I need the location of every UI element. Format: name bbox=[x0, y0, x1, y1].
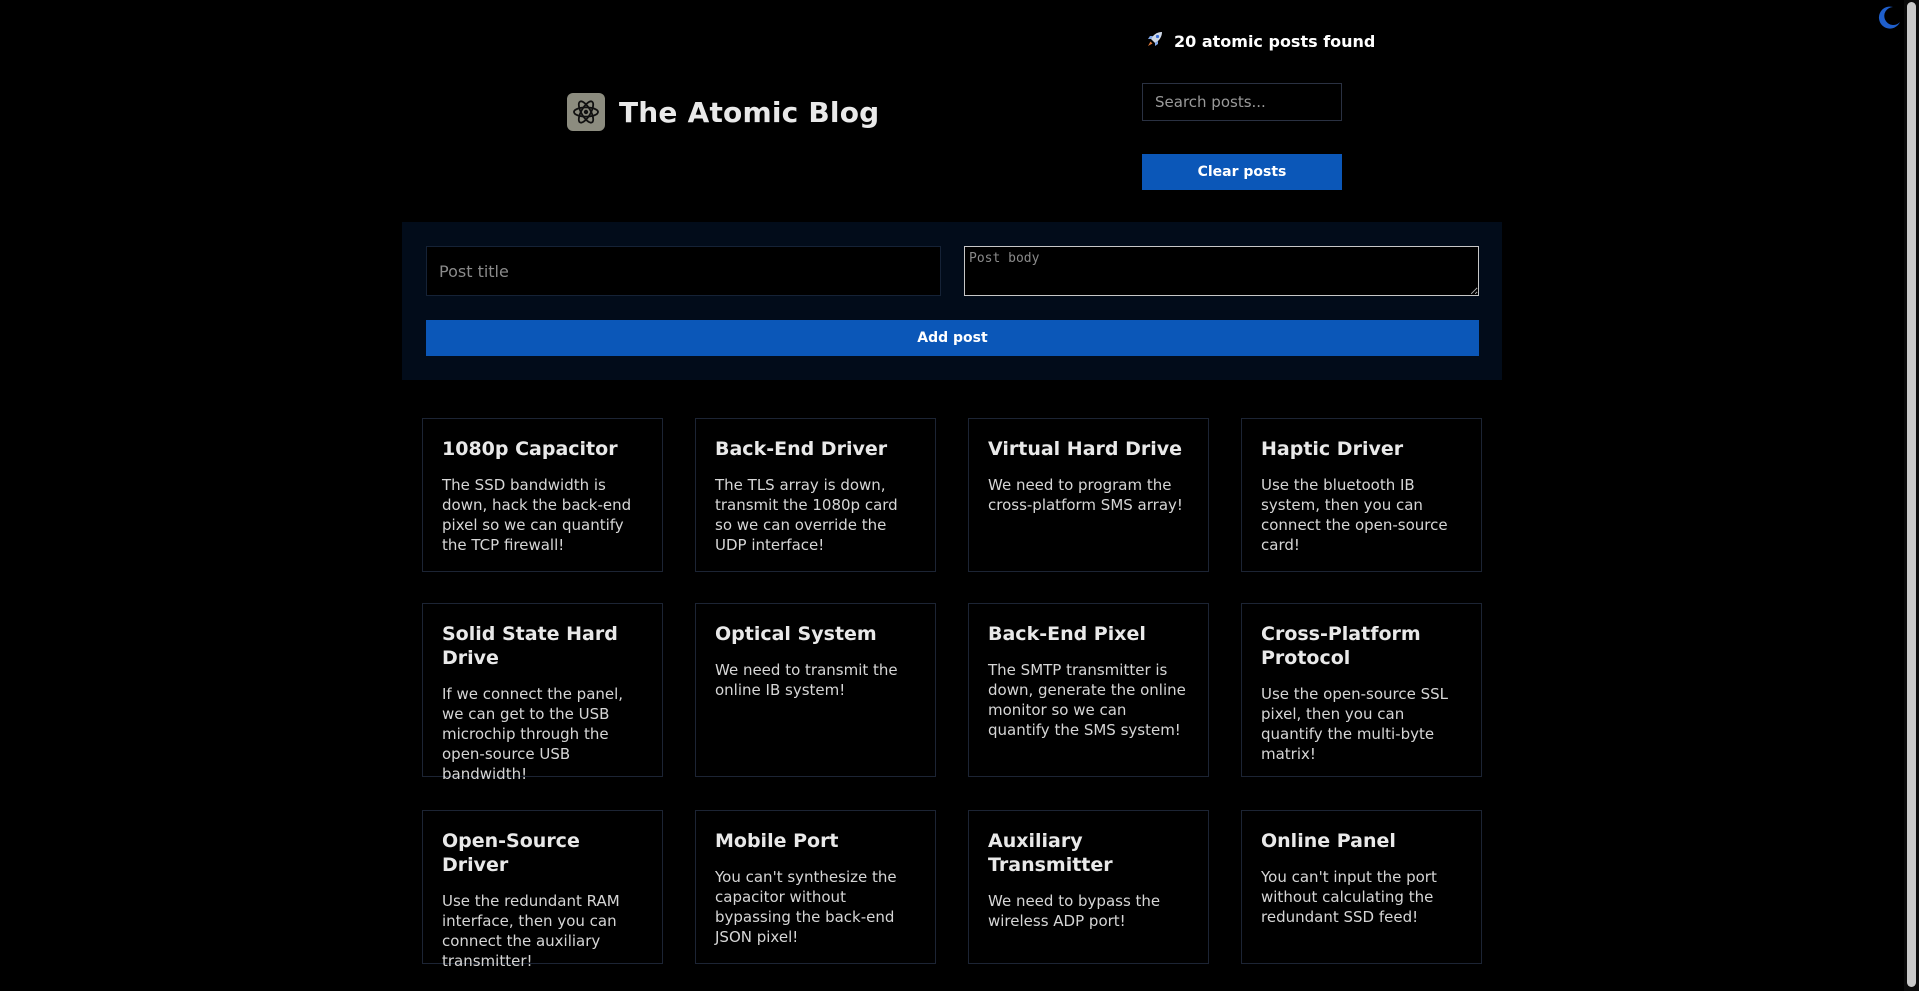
post-body: The SMTP transmitter is down, generate t… bbox=[988, 661, 1186, 739]
rocket-icon bbox=[1146, 30, 1164, 52]
post-title: Cross-Platform Protocol bbox=[1261, 623, 1421, 669]
post-card: 1080p Capacitor The SSD bandwidth is dow… bbox=[422, 418, 663, 572]
post-card: Mobile Port You can't synthesize the cap… bbox=[695, 810, 936, 964]
post-card: Cross-Platform Protocol Use the open-sou… bbox=[1241, 603, 1482, 777]
search-input[interactable] bbox=[1142, 83, 1342, 121]
post-body-input[interactable] bbox=[964, 246, 1479, 296]
post-title: Auxiliary Transmitter bbox=[988, 830, 1113, 876]
post-body: We need to program the cross-platform SM… bbox=[988, 476, 1183, 514]
moon-icon[interactable] bbox=[1876, 4, 1902, 30]
results-count: 20 atomic posts found bbox=[1146, 30, 1375, 52]
post-card: Back-End Driver The TLS array is down, t… bbox=[695, 418, 936, 572]
post-body: Use the redundant RAM interface, then yo… bbox=[442, 892, 620, 970]
post-card: Optical System We need to transmit the o… bbox=[695, 603, 936, 777]
page-title: The Atomic Blog bbox=[619, 95, 880, 129]
post-body: If we connect the panel, we can get to t… bbox=[442, 685, 624, 783]
post-card: Solid State Hard Drive If we connect the… bbox=[422, 603, 663, 783]
post-title: Mobile Port bbox=[715, 830, 839, 852]
post-title: Back-End Driver bbox=[715, 438, 888, 460]
scrollbar-thumb[interactable] bbox=[1907, 2, 1916, 987]
post-body: We need to transmit the online IB system… bbox=[715, 661, 898, 699]
post-title: Open-Source Driver bbox=[442, 830, 580, 876]
post-body: Use the open-source SSL pixel, then you … bbox=[1261, 685, 1449, 763]
post-body: Use the bluetooth IB system, then you ca… bbox=[1261, 476, 1448, 554]
scrollbar[interactable] bbox=[1904, 0, 1919, 991]
post-body: The SSD bandwidth is down, hack the back… bbox=[442, 476, 632, 554]
post-card: Open-Source Driver Use the redundant RAM… bbox=[422, 810, 663, 970]
results-text: 20 atomic posts found bbox=[1174, 31, 1376, 51]
atom-icon bbox=[567, 93, 605, 131]
add-post-button[interactable]: Add post bbox=[426, 320, 1479, 356]
post-card: Back-End Pixel The SMTP transmitter is d… bbox=[968, 603, 1209, 777]
post-title: Optical System bbox=[715, 623, 877, 645]
post-body: The TLS array is down, transmit the 1080… bbox=[715, 476, 898, 554]
brand: The Atomic Blog bbox=[567, 93, 879, 131]
post-card: Virtual Hard Drive We need to program th… bbox=[968, 418, 1209, 572]
post-card: Haptic Driver Use the bluetooth IB syste… bbox=[1241, 418, 1482, 572]
post-body: We need to bypass the wireless ADP port! bbox=[988, 892, 1161, 930]
post-title: Haptic Driver bbox=[1261, 438, 1404, 460]
post-title: Virtual Hard Drive bbox=[988, 438, 1183, 460]
post-body: You can't synthesize the capacitor witho… bbox=[715, 868, 897, 946]
post-body: You can't input the port without calcula… bbox=[1261, 868, 1437, 926]
post-title: Solid State Hard Drive bbox=[442, 623, 618, 669]
clear-posts-button[interactable]: Clear posts bbox=[1142, 154, 1342, 190]
post-title: Online Panel bbox=[1261, 830, 1396, 852]
post-title: 1080p Capacitor bbox=[442, 438, 618, 460]
post-title: Back-End Pixel bbox=[988, 623, 1146, 645]
post-card: Online Panel You can't input the port wi… bbox=[1241, 810, 1482, 964]
post-title-input[interactable] bbox=[426, 246, 941, 296]
add-post-form: Add post bbox=[402, 222, 1502, 380]
post-card: Auxiliary Transmitter We need to bypass … bbox=[968, 810, 1209, 964]
